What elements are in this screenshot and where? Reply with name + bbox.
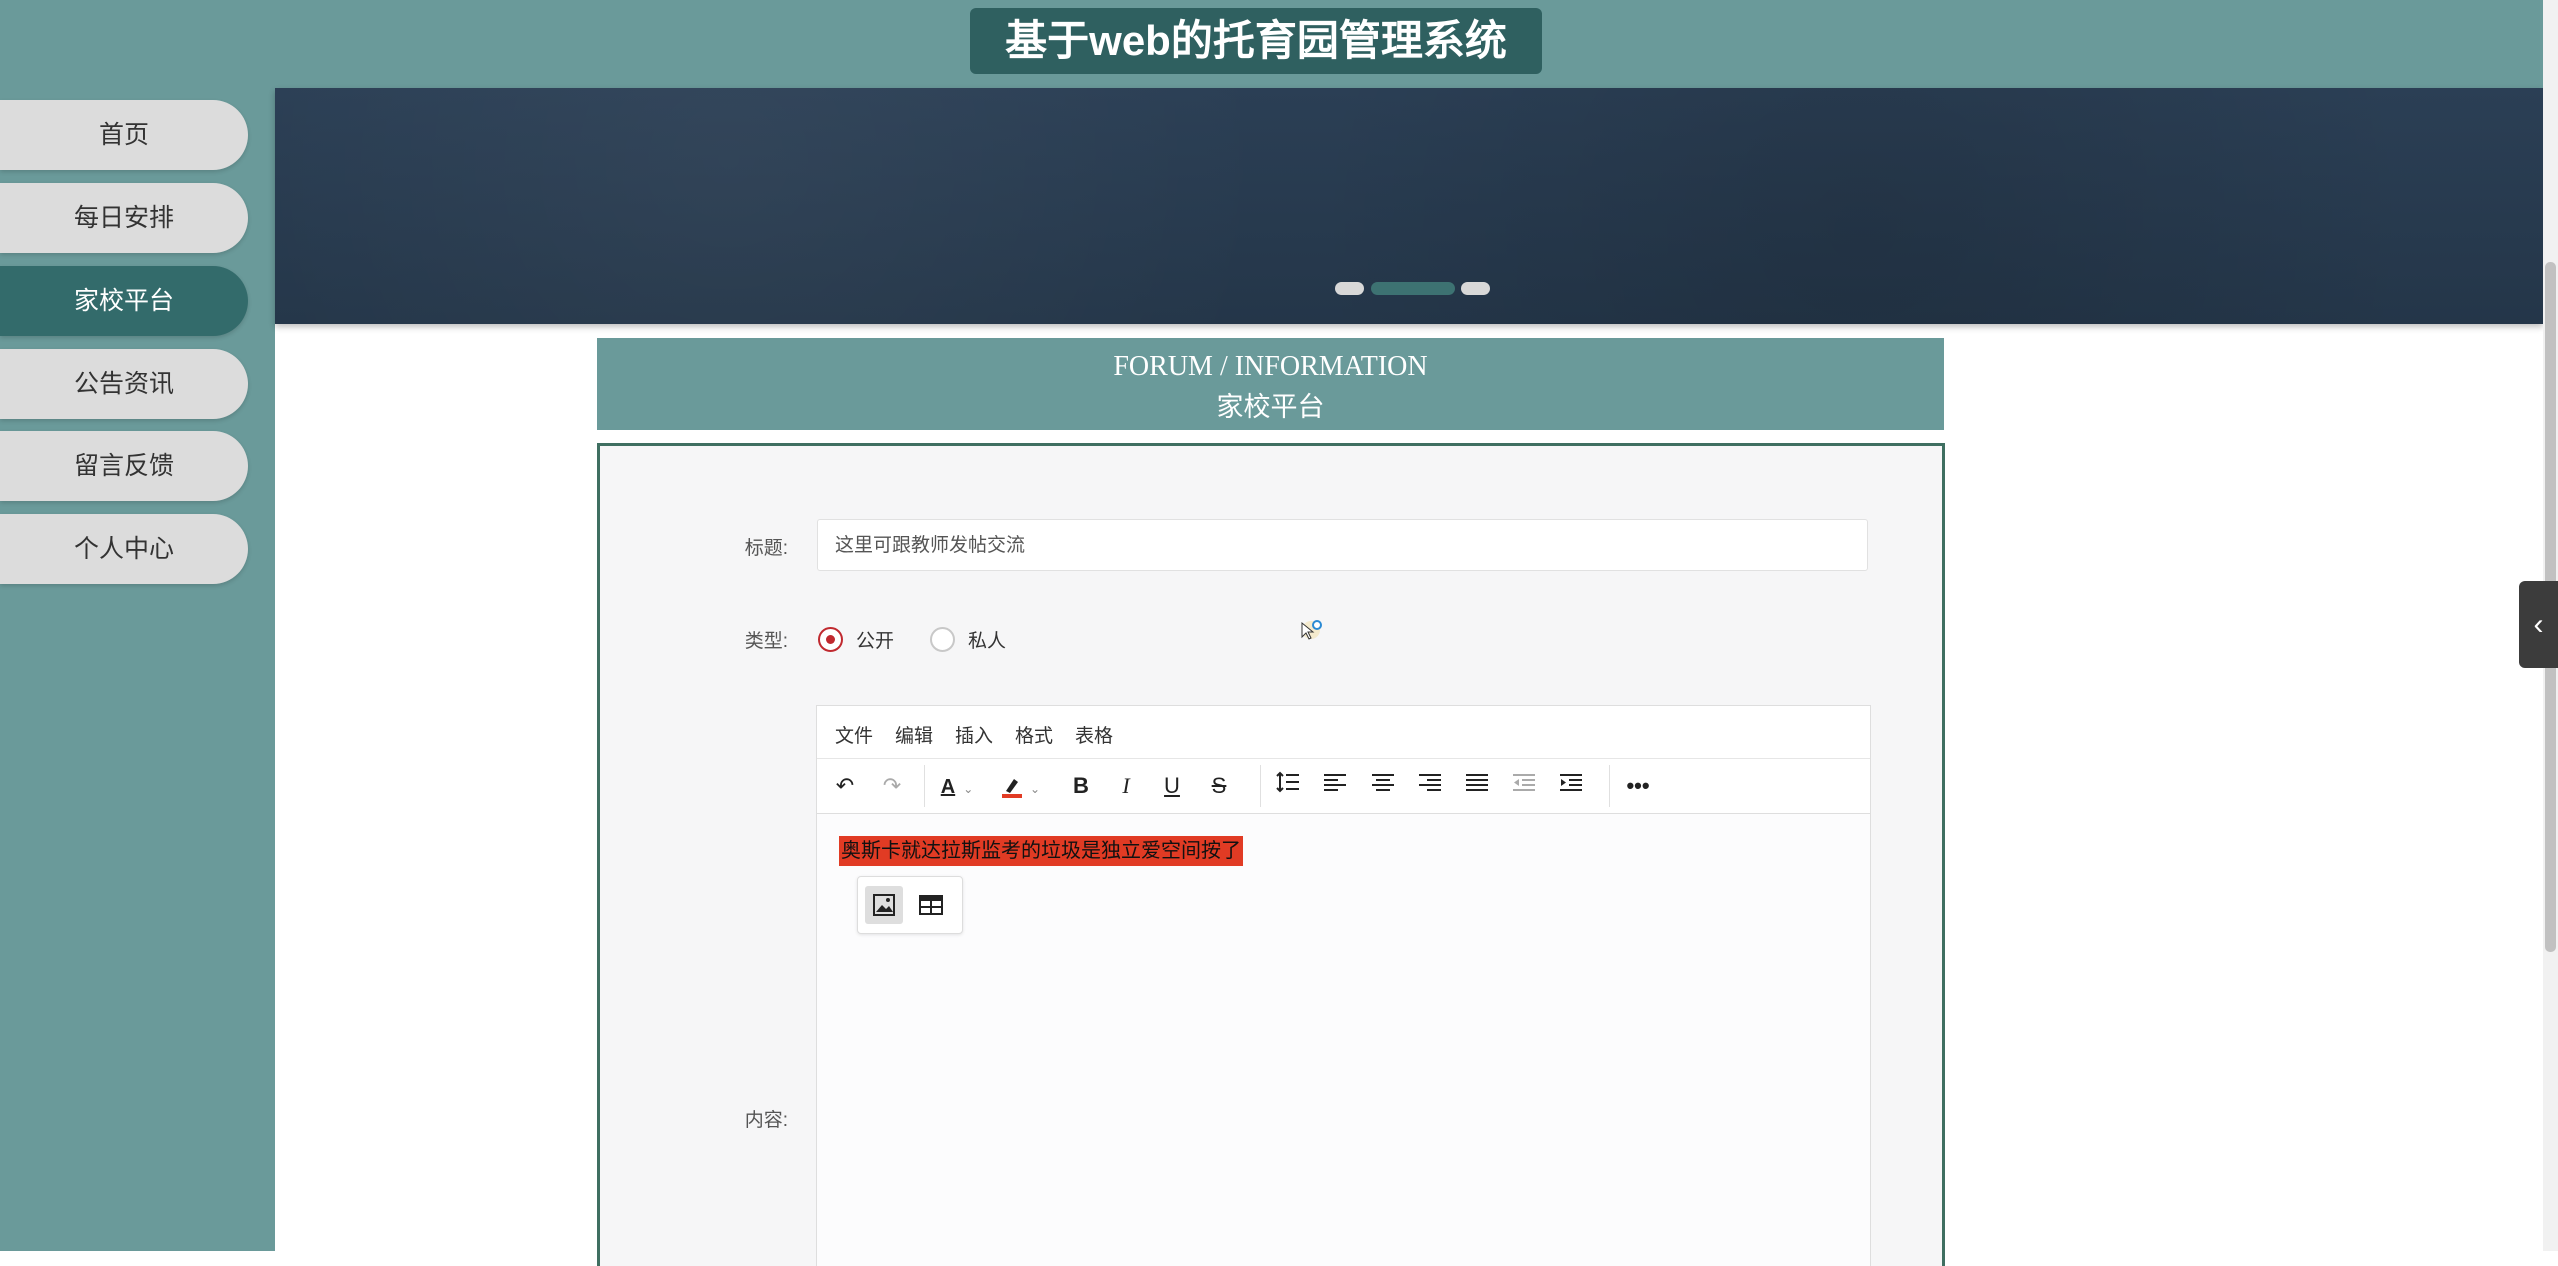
sidebar-item-home[interactable]: 首页	[0, 100, 248, 170]
section-title-cn: 家校平台	[1216, 392, 1325, 422]
collapse-panel-button[interactable]: ‹	[2519, 581, 2558, 668]
image-icon[interactable]	[865, 886, 903, 924]
text-color-icon[interactable]: A ⌄	[932, 769, 982, 803]
sidebar-item-daily-schedule[interactable]: 每日安排	[0, 183, 248, 253]
title-input[interactable]: 这里可跟教师发帖交流	[817, 519, 1868, 571]
outdent-icon[interactable]	[1506, 769, 1542, 803]
title-label: 标题:	[744, 538, 788, 559]
menu-edit[interactable]: 编辑	[895, 721, 933, 748]
strikethrough-icon[interactable]: S	[1201, 769, 1237, 803]
content-label: 内容:	[744, 1110, 788, 1131]
section-header: FORUM / INFORMATION 家校平台	[597, 338, 1944, 430]
indent-icon[interactable]	[1553, 769, 1589, 803]
editor-content-text[interactable]: 奥斯卡就达拉斯监考的垃圾是独立爱空间按了	[839, 836, 1243, 866]
menu-table[interactable]: 表格	[1075, 721, 1113, 748]
carousel-dot-2[interactable]	[1371, 282, 1455, 295]
type-label: 类型:	[744, 631, 788, 652]
undo-icon[interactable]: ↶	[827, 769, 863, 803]
quick-insert-toolbar	[857, 876, 963, 934]
menu-format[interactable]: 格式	[1015, 721, 1053, 748]
type-private-label[interactable]: 私人	[968, 626, 1006, 653]
sidebar-item-personal-center[interactable]: 个人中心	[0, 514, 248, 584]
italic-icon[interactable]: I	[1108, 769, 1144, 803]
align-left-icon[interactable]	[1317, 769, 1353, 803]
underline-icon[interactable]: U	[1154, 769, 1190, 803]
redo-icon[interactable]: ↷	[874, 769, 910, 803]
site-title: 基于web的托育园管理系统	[970, 8, 1542, 74]
more-icon[interactable]: •••	[1620, 769, 1656, 803]
sidebar-item-feedback[interactable]: 留言反馈	[0, 431, 248, 501]
type-public-label[interactable]: 公开	[856, 626, 894, 653]
bold-icon[interactable]: B	[1063, 769, 1099, 803]
line-height-icon[interactable]	[1270, 769, 1306, 803]
mouse-cursor-icon	[1301, 620, 1322, 640]
editor-toolbar: ↶ ↷ A ⌄ ⌄ B I U S •••	[817, 759, 1870, 814]
rich-text-editor: 文件 编辑 插入 格式 表格 ↶ ↷ A ⌄ ⌄ B I U S ••• 奥斯卡…	[816, 705, 1871, 1266]
type-private-radio[interactable]	[930, 627, 955, 652]
sidebar-item-home-school[interactable]: 家校平台	[0, 266, 248, 336]
align-center-icon[interactable]	[1365, 769, 1401, 803]
carousel-dot-3[interactable]	[1461, 282, 1490, 295]
align-right-icon[interactable]	[1412, 769, 1448, 803]
justify-icon[interactable]	[1459, 769, 1495, 803]
top-header: 基于web的托育园管理系统	[0, 0, 2543, 88]
table-icon[interactable]	[912, 886, 950, 924]
highlight-icon[interactable]: ⌄	[993, 769, 1047, 803]
sidebar-item-announcements[interactable]: 公告资讯	[0, 349, 248, 419]
carousel-dot-1[interactable]	[1335, 282, 1364, 295]
editor-menubar: 文件 编辑 插入 格式 表格	[817, 706, 1870, 759]
menu-file[interactable]: 文件	[835, 721, 873, 748]
type-public-radio[interactable]	[818, 627, 843, 652]
menu-insert[interactable]: 插入	[955, 721, 993, 748]
section-title-en: FORUM / INFORMATION	[1113, 351, 1428, 382]
sidebar	[0, 88, 275, 1251]
